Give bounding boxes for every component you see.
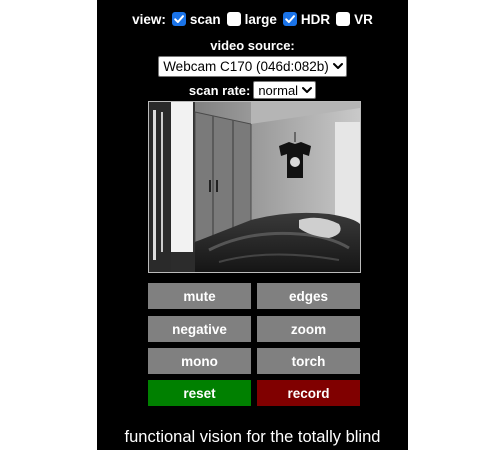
edges-button[interactable]: edges [257,283,360,309]
check-icon [174,15,184,23]
reset-button[interactable]: reset [148,380,251,406]
mute-button[interactable]: mute [148,283,251,309]
chevron-down-icon [302,87,313,93]
hdr-option[interactable]: HDR [282,11,331,27]
vr-label: VR [354,11,373,27]
large-checkbox[interactable] [226,12,241,26]
camera-frame-image [149,102,360,272]
chevron-down-icon [332,63,343,69]
scan-rate-value: normal [258,82,299,98]
view-options-row: view: scan large HDR VR [97,9,408,29]
video-source-select-row: Webcam C170 (046d:082b) [97,55,408,77]
vr-option[interactable]: VR [336,12,373,27]
video-source-value: Webcam C170 (046d:082b) [163,58,329,74]
video-source-label: video source: [210,37,295,53]
check-icon [285,15,295,23]
scan-checkbox[interactable] [171,12,186,26]
scan-option[interactable]: scan [171,11,221,27]
scan-rate-row: scan rate: normal [97,80,408,100]
view-label: view: [132,11,166,27]
video-source-label-row: video source: [97,36,408,54]
mono-button[interactable]: mono [148,348,251,374]
scan-label: scan [189,11,221,27]
record-button[interactable]: record [257,380,360,406]
large-option[interactable]: large [226,11,277,27]
app-panel: view: scan large HDR VR video source: We… [97,0,408,450]
torch-button[interactable]: torch [257,348,360,374]
negative-button[interactable]: negative [148,316,251,342]
large-label: large [244,11,277,27]
hdr-checkbox[interactable] [282,12,297,26]
tagline: functional vision for the totally blind [124,428,381,446]
zoom-button[interactable]: zoom [257,316,360,342]
video-source-select[interactable]: Webcam C170 (046d:082b) [158,55,347,77]
vr-checkbox[interactable] [336,12,351,26]
scan-rate-select[interactable]: normal [253,81,317,99]
hdr-label: HDR [300,11,331,27]
camera-preview[interactable] [148,101,361,273]
scan-rate-label: scan rate: [188,82,251,98]
